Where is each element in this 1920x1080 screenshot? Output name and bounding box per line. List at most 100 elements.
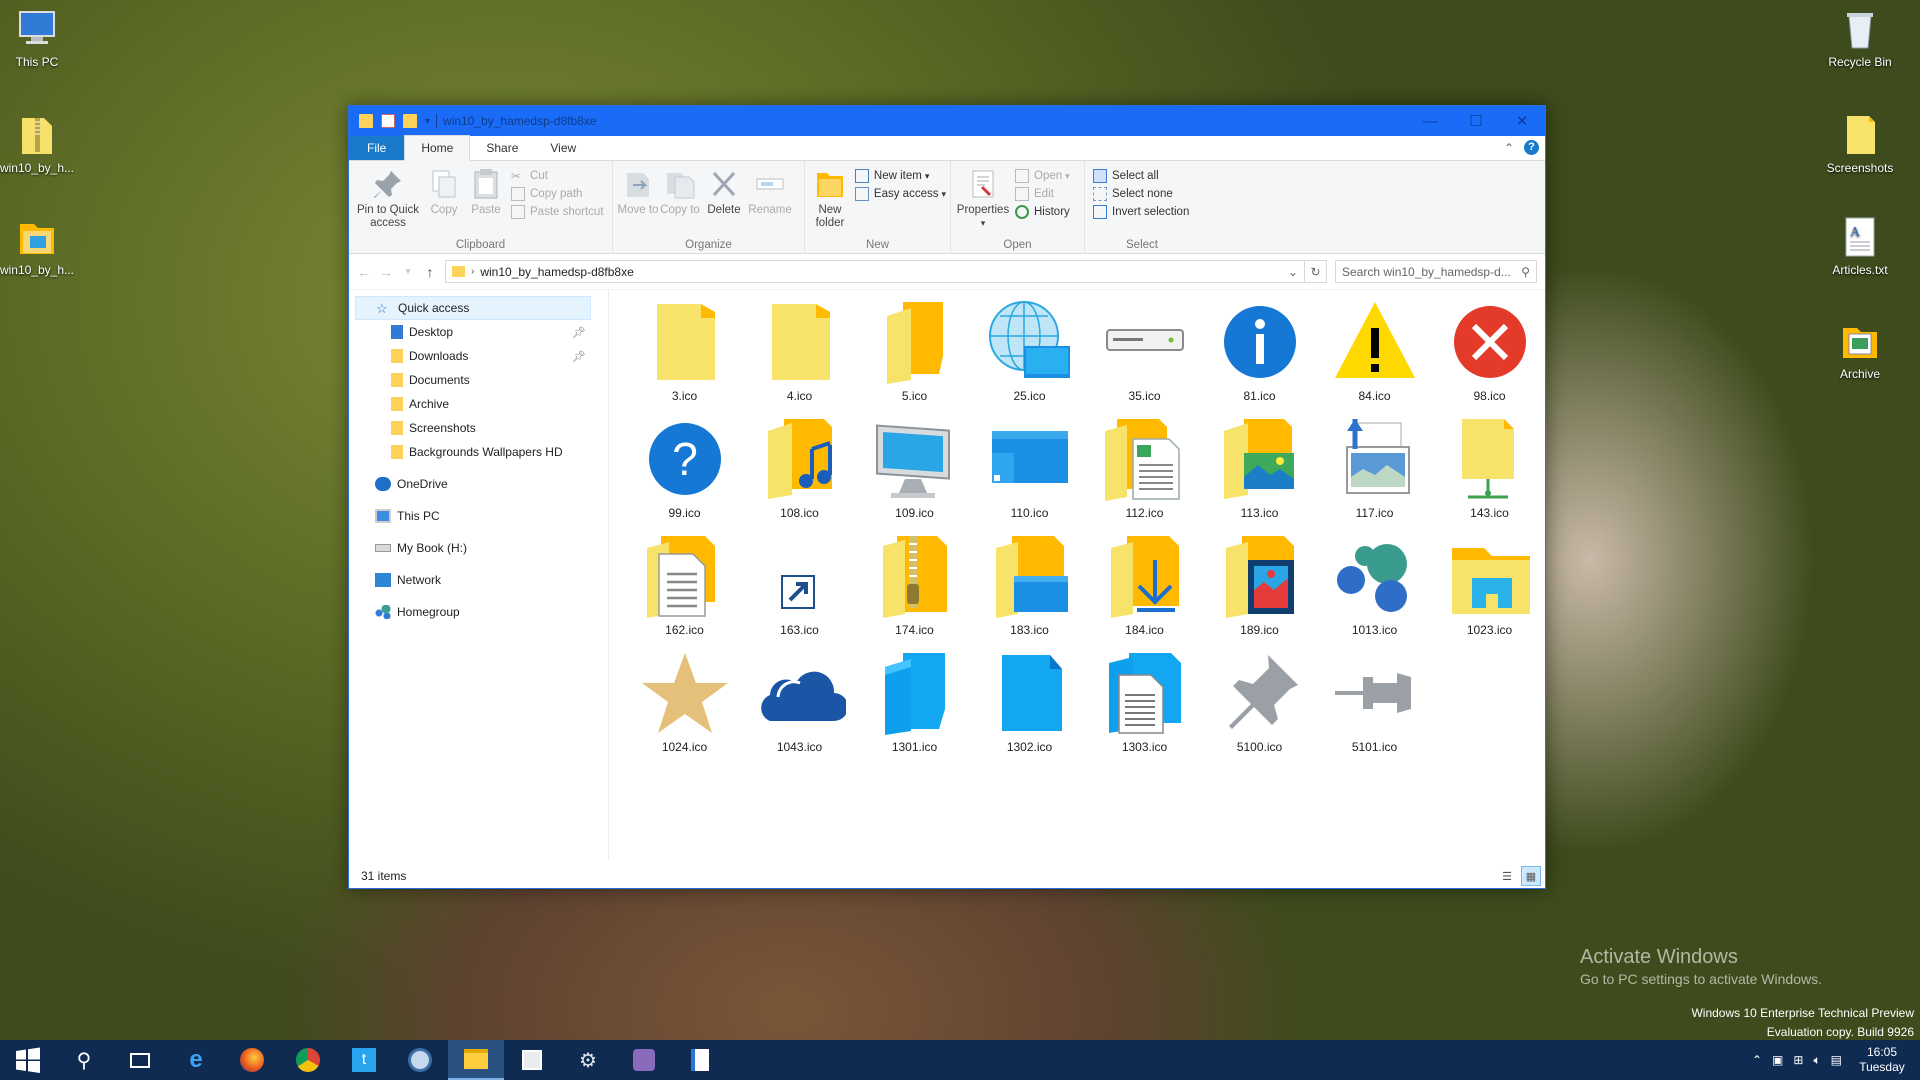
select-all-button[interactable]: Select all [1093,169,1189,183]
pin-icon[interactable]: 📌︎ [572,350,586,363]
desktop-icon-screenshots[interactable]: Screenshots [1817,112,1903,175]
file-item[interactable]: 1024.ico [627,647,742,764]
volume-icon[interactable]: 🔈︎ [1813,1053,1820,1068]
file-item[interactable]: 4.ico [742,296,857,413]
new-folder-icon[interactable] [403,114,417,128]
file-item[interactable]: 183.ico [972,530,1087,647]
file-item[interactable]: 109.ico [857,413,972,530]
file-item[interactable]: 189.ico [1202,530,1317,647]
file-item[interactable]: 5.ico [857,296,972,413]
file-item[interactable]: 1302.ico [972,647,1087,764]
file-item[interactable]: 5100.ico [1202,647,1317,764]
tab-file[interactable]: File [349,136,405,160]
nav-item-desktop[interactable]: Desktop 📌︎ [349,320,608,344]
file-item[interactable]: 174.ico [857,530,972,647]
ie-button[interactable]: e [168,1040,224,1080]
cut-button[interactable]: ✂ Cut [511,169,604,183]
easy-access-button[interactable]: Easy access ▾ [854,187,946,201]
file-item[interactable]: ? 99.ico [627,413,742,530]
chrome-button[interactable] [280,1040,336,1080]
desktop-icon-recycle-bin[interactable]: Recycle Bin [1817,6,1903,69]
nav-item-archive[interactable]: Archive [349,392,608,416]
action-center-icon[interactable]: ▤ [1831,1053,1842,1067]
properties-icon[interactable] [381,114,395,128]
refresh-icon[interactable]: ↻ [1304,261,1326,282]
file-item[interactable]: 112.ico [1087,413,1202,530]
file-item[interactable]: 25.ico [972,296,1087,413]
document-button[interactable] [672,1040,728,1080]
file-item[interactable]: 84.ico [1317,296,1432,413]
nav-homegroup[interactable]: Homegroup [349,600,608,624]
desktop-icon-articles[interactable]: A Articles.txt [1817,214,1903,277]
network-icon[interactable]: ⊞ [1793,1053,1803,1067]
search-button[interactable]: ⚲ [56,1040,112,1080]
app2-button[interactable] [616,1040,672,1080]
paste-shortcut-button[interactable]: Paste shortcut [511,205,604,219]
file-item[interactable]: 1043.ico [742,647,857,764]
file-item[interactable]: 1301.ico [857,647,972,764]
chevron-down-icon[interactable]: ▾ [401,266,415,277]
app-button[interactable] [392,1040,448,1080]
close-button[interactable]: ✕ [1499,106,1545,136]
file-item[interactable]: 1023.ico [1432,530,1547,647]
nav-quick-access[interactable]: ☆ Quick access [355,296,591,320]
nav-this-pc[interactable]: This PC [349,504,608,528]
edit-button[interactable]: Edit [1015,187,1070,201]
chevron-up-icon[interactable]: ⌃ [1752,1053,1762,1067]
twitter-button[interactable]: t [336,1040,392,1080]
back-icon[interactable]: ← [357,264,371,280]
details-view-icon[interactable]: ☰ [1497,866,1517,886]
file-item[interactable]: 117.ico [1317,413,1432,530]
file-item[interactable]: 110.ico [972,413,1087,530]
tab-home[interactable]: Home [404,135,471,161]
nav-item-screenshots[interactable]: Screenshots [349,416,608,440]
new-item-button[interactable]: New item ▾ [854,169,946,183]
title-bar[interactable]: ▾ win10_by_hamedsp-d8fb8xe — ☐ ✕ [349,106,1545,136]
nav-item-downloads[interactable]: Downloads 📌︎ [349,344,608,368]
desktop-icon-folder[interactable]: win10_by_h... [0,214,80,277]
pin-icon[interactable]: 📌︎ [572,326,586,339]
copy-path-button[interactable]: Copy path [511,187,604,201]
clock[interactable]: 16:05 Tuesday [1852,1045,1912,1075]
chevron-down-icon[interactable]: ▾ [425,116,430,127]
task-view-button[interactable] [112,1040,168,1080]
file-item[interactable]: 5101.ico [1317,647,1432,764]
desktop-icon-zip[interactable]: win10_by_h... [0,112,80,175]
steam-button[interactable]: ⚙ [560,1040,616,1080]
start-button[interactable] [0,1040,56,1080]
file-item[interactable]: 81.ico [1202,296,1317,413]
large-icons-view-icon[interactable]: ▦ [1521,866,1541,886]
tab-share[interactable]: Share [470,136,534,160]
desktop-icon-this-pc[interactable]: This PC [0,6,80,69]
open-button[interactable]: Open ▾ [1015,169,1070,183]
help-icon[interactable]: ? [1524,140,1539,155]
address-bar[interactable]: › win10_by_hamedsp-d8fb8xe ⌄ ↻ [445,260,1327,283]
tab-view[interactable]: View [534,136,592,160]
address-dropdown-icon[interactable]: ⌄ [1282,261,1304,282]
file-item[interactable]: 143.ico [1432,413,1547,530]
history-button[interactable]: History [1015,205,1070,219]
file-item[interactable]: 108.ico [742,413,857,530]
nav-onedrive[interactable]: OneDrive [349,472,608,496]
file-explorer-button[interactable] [448,1040,504,1080]
select-none-button[interactable]: Select none [1093,187,1189,201]
file-item[interactable]: 98.ico [1432,296,1547,413]
search-input[interactable]: Search win10_by_hamedsp-d... ⚲ [1335,260,1537,283]
minimize-button[interactable]: — [1407,106,1453,136]
firefox-button[interactable] [224,1040,280,1080]
nav-network[interactable]: Network [349,568,608,592]
invert-selection-button[interactable]: Invert selection [1093,205,1189,219]
file-item[interactable]: 113.ico [1202,413,1317,530]
file-item[interactable]: 163.ico [742,530,857,647]
store-button[interactable] [504,1040,560,1080]
file-item[interactable]: 35.ico [1087,296,1202,413]
forward-icon[interactable]: → [379,264,393,280]
file-item[interactable]: 1013.ico [1317,530,1432,647]
collapse-ribbon-icon[interactable]: ⌃ [1504,141,1514,155]
file-item[interactable]: 184.ico [1087,530,1202,647]
file-item[interactable]: 162.ico [627,530,742,647]
file-item[interactable]: 3.ico [627,296,742,413]
chat-icon[interactable]: ▣ [1772,1053,1783,1067]
nav-my-book[interactable]: My Book (H:) [349,536,608,560]
nav-item-backgrounds-wallpapers-hd[interactable]: Backgrounds Wallpapers HD [349,440,608,464]
